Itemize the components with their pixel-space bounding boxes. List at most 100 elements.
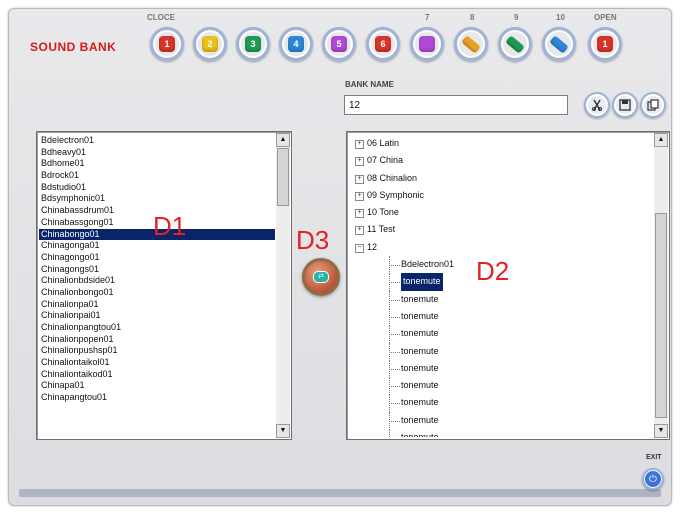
d1-list-item[interactable]: Bdelectron01: [39, 135, 275, 147]
tree-folder-open[interactable]: −12: [349, 239, 653, 256]
d1-scrollbar[interactable]: ▲ ▼: [276, 133, 290, 438]
d1-list[interactable]: Bdelectron01 Bdheavy01 Bdhome01 Bdrock01 Bds…: [36, 131, 292, 440]
d1-list-item[interactable]: Chinapangtou01: [39, 392, 275, 404]
d1-list-item[interactable]: Chinaliontaikol01: [39, 357, 275, 369]
tree-folder-label: 09 Symphonic: [367, 189, 425, 200]
exit-button[interactable]: ⏻: [642, 468, 664, 490]
tree-folder-label: 11 Test: [367, 224, 396, 235]
d1-list-item[interactable]: Chinalionpangtou01: [39, 322, 275, 334]
tree-child-item[interactable]: tonemute: [349, 290, 653, 309]
bank-button-1[interactable]: 1: [150, 27, 184, 61]
tree-folder[interactable]: +07 China: [349, 152, 653, 169]
tree-child-item[interactable]: tonemute: [349, 394, 653, 413]
tree-connector: [389, 307, 400, 318]
d1-scroll-down-button[interactable]: ▼: [276, 424, 290, 438]
cut-button[interactable]: [584, 92, 610, 118]
tree-child-label: tonemute: [401, 429, 439, 437]
bank-button-3[interactable]: 3: [236, 27, 270, 61]
bank-button-11[interactable]: 1: [588, 27, 622, 61]
bank-button-5[interactable]: 5: [322, 27, 356, 61]
d2-scroll-up-button[interactable]: ▲: [654, 133, 668, 147]
tree-folder-label: 06 Latin: [367, 138, 400, 148]
tree-folder[interactable]: +06 Latin: [349, 135, 653, 152]
d1-list-item[interactable]: Chinalionpai01: [39, 310, 275, 322]
tree-connector: [389, 273, 400, 284]
copy-button[interactable]: [640, 92, 666, 118]
expand-icon[interactable]: +: [355, 140, 364, 149]
d1-list-items: Bdelectron01 Bdheavy01 Bdhome01 Bdrock01 Bds…: [39, 135, 275, 437]
d1-list-item[interactable]: Bdsymphonic01: [39, 193, 275, 205]
tree-folder[interactable]: +10 Tone: [349, 204, 653, 221]
expand-icon[interactable]: +: [355, 226, 364, 236]
d1-list-item[interactable]: Bdstudio01: [39, 182, 275, 194]
d1-list-item[interactable]: Chinapa01: [39, 380, 275, 392]
tree-folder[interactable]: +08 Chinalion: [349, 170, 653, 187]
d2-scroll-down-button[interactable]: ▼: [654, 424, 668, 438]
bank-button-8[interactable]: [454, 27, 488, 61]
save-button[interactable]: [612, 92, 638, 118]
power-icon: ⏻: [649, 473, 657, 485]
bank-5-icon: 5: [331, 36, 347, 52]
save-icon: [619, 99, 631, 111]
bank-name-input[interactable]: [344, 95, 568, 115]
open-icon: 1: [597, 36, 613, 52]
d1-list-item[interactable]: Chinagongs01: [39, 264, 275, 276]
bank-button-number: 4: [293, 39, 299, 49]
tree-child-item[interactable]: tonemute: [349, 411, 653, 430]
collapse-icon[interactable]: −: [355, 243, 364, 253]
tree-child-label: tonemute: [401, 273, 443, 291]
d3-annotation: D3: [296, 225, 330, 255]
d1-scroll-thumb[interactable]: [277, 148, 289, 206]
bank-button-4[interactable]: 4: [279, 27, 313, 61]
d1-list-item[interactable]: Chinalionbongo01: [39, 287, 275, 299]
label-9: 9: [514, 13, 519, 22]
bank-2-icon: 2: [202, 36, 218, 52]
bank-button-10[interactable]: [542, 27, 576, 61]
tree-child-item[interactable]: tonemute: [349, 377, 653, 396]
expand-icon[interactable]: +: [355, 174, 364, 184]
tree-folder-label: 07 China: [367, 155, 404, 166]
expand-icon[interactable]: +: [355, 209, 364, 219]
d1-scroll-up-button[interactable]: ▲: [276, 133, 290, 147]
d1-list-item[interactable]: Chinalionpa01: [39, 299, 275, 311]
tree-child-item[interactable]: tonemute: [349, 307, 653, 326]
tree-child-item[interactable]: tonemute: [349, 429, 653, 437]
tree-child-label: Bdelectron01: [401, 259, 455, 270]
d1-list-item[interactable]: Chinalionpopen01: [39, 334, 275, 346]
d1-list-item[interactable]: Chinalionpushsp01: [39, 345, 275, 357]
tree-folder[interactable]: +11 Test: [349, 221, 653, 238]
d1-list-item[interactable]: Bdheavy01: [39, 147, 275, 159]
bank-button-2[interactable]: 2: [193, 27, 227, 61]
d2-scroll-thumb[interactable]: [655, 213, 667, 418]
bank-button-9[interactable]: [498, 27, 532, 61]
tree-connector: [389, 411, 400, 422]
d1-list-item[interactable]: Chinaliontaikod01: [39, 369, 275, 381]
tree-folder-label: 10 Tone: [367, 207, 399, 218]
expand-icon[interactable]: +: [355, 191, 364, 201]
tree-connector: [389, 256, 400, 267]
d1-list-item[interactable]: Chinalionbdside01: [39, 275, 275, 287]
tree-child-item[interactable]: tonemute: [349, 359, 653, 378]
d1-list-item[interactable]: Bdhome01: [39, 158, 275, 170]
open-label: OPEN: [594, 13, 617, 22]
bank-1-icon: 1: [159, 36, 175, 52]
transfer-button[interactable]: ⇄: [302, 258, 340, 296]
bank-button-6[interactable]: 6: [366, 27, 400, 61]
d2-scrollbar[interactable]: ▲ ▼: [654, 133, 668, 438]
tree-child-label: tonemute: [401, 397, 439, 408]
tree-folder[interactable]: +09 Symphonic: [349, 187, 653, 204]
bank-6-icon: 6: [375, 36, 391, 52]
tree-child-item[interactable]: tonemute: [349, 325, 653, 344]
expand-icon[interactable]: +: [355, 157, 364, 167]
bank-button-7[interactable]: [410, 27, 444, 61]
d1-list-item[interactable]: Chinagongo01: [39, 252, 275, 264]
tree-folder-label: 12: [367, 241, 378, 252]
copy-icon: [647, 99, 659, 111]
exit-label: EXIT: [646, 454, 662, 461]
window-bottom-bar: [19, 489, 661, 497]
tree-child-item[interactable]: tonemute: [349, 342, 653, 361]
cut-icon: [592, 99, 602, 111]
bank-4-icon: 4: [288, 36, 304, 52]
bank-button-number: 1: [164, 39, 170, 49]
d1-list-item[interactable]: Bdrock01: [39, 170, 275, 182]
